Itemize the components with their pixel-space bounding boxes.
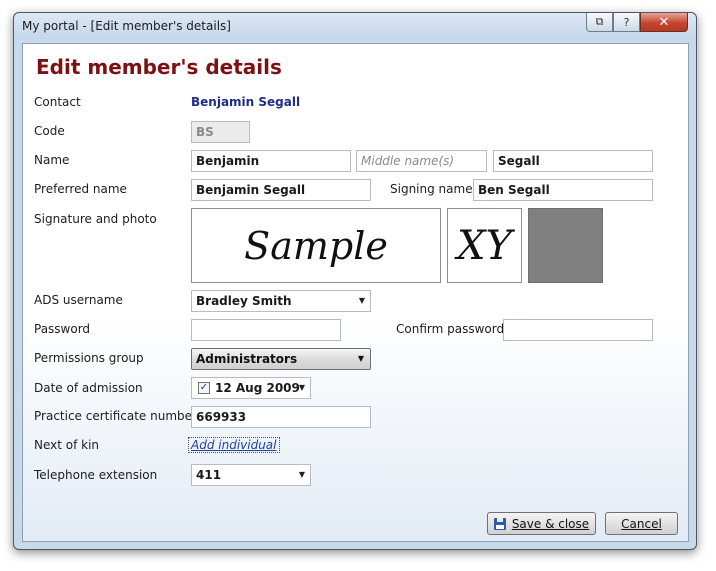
chevron-down-icon: ▼: [357, 354, 364, 363]
practice-certificate-input[interactable]: 669933: [191, 406, 371, 428]
contact-label: Contact: [34, 95, 81, 109]
preferred-name-label: Preferred name: [34, 182, 127, 196]
form-panel: Edit member's details Contact Benjamin S…: [22, 43, 689, 542]
cancel-label: Cancel: [621, 516, 662, 531]
help-button[interactable]: ?: [613, 13, 640, 32]
permissions-group-value: Administrators: [196, 352, 298, 366]
save-close-button[interactable]: Save & close: [487, 512, 596, 535]
first-name-input[interactable]: Benjamin: [191, 150, 351, 172]
initials-image[interactable]: XY: [447, 208, 522, 283]
contact-value: Benjamin Segall: [191, 95, 301, 109]
code-label: Code: [34, 124, 65, 138]
dialog-window: My portal - [Edit member's details] ⧉ ? …: [13, 12, 697, 550]
window-title: My portal - [Edit member's details]: [22, 19, 231, 33]
chevron-down-icon: ▼: [298, 470, 305, 479]
telephone-extension-label: Telephone extension: [34, 468, 158, 482]
help-icon: ?: [623, 15, 630, 29]
telephone-extension-value: 411: [196, 468, 222, 482]
cancel-button[interactable]: Cancel: [605, 512, 678, 535]
ads-username-value: Bradley Smith: [196, 294, 292, 308]
chevron-down-icon: ▼: [358, 296, 365, 305]
ads-username-dropdown[interactable]: Bradley Smith ▼: [191, 290, 371, 312]
page-title: Edit member's details: [36, 55, 282, 79]
add-individual-link[interactable]: Add individual: [188, 437, 280, 453]
signature-image[interactable]: Sample: [191, 208, 441, 283]
practice-certificate-label: Practice certificate number: [34, 409, 197, 423]
confirm-password-label: Confirm password: [396, 322, 505, 336]
photo-placeholder[interactable]: [528, 208, 603, 283]
next-of-kin-label: Next of kin: [34, 438, 100, 452]
permissions-group-dropdown[interactable]: Administrators ▼: [191, 348, 371, 370]
restore-icon: ⧉: [595, 15, 604, 28]
signing-name-input[interactable]: Ben Segall: [473, 179, 653, 201]
telephone-extension-dropdown[interactable]: 411 ▼: [191, 464, 311, 486]
name-label: Name: [34, 153, 70, 167]
floppy-disk-icon: [493, 517, 506, 530]
code-field: BS: [191, 121, 250, 143]
restore-button[interactable]: ⧉: [586, 13, 613, 32]
close-icon: ✕: [658, 14, 670, 30]
last-name-input[interactable]: Segall: [493, 150, 653, 172]
date-of-admission-value: 12 Aug 2009: [215, 381, 300, 395]
ads-username-label: ADS username: [34, 293, 123, 307]
chevron-down-icon: ▼: [298, 383, 305, 392]
title-bar[interactable]: My portal - [Edit member's details] ⧉ ? …: [14, 13, 696, 39]
close-button[interactable]: ✕: [640, 13, 688, 32]
save-close-label: Save & close: [511, 516, 590, 531]
confirm-password-input[interactable]: [503, 319, 653, 341]
middle-name-input[interactable]: Middle name(s): [356, 150, 487, 172]
preferred-name-input[interactable]: Benjamin Segall: [191, 179, 371, 201]
permissions-group-label: Permissions group: [34, 351, 144, 365]
date-of-admission-checkbox[interactable]: ✓: [198, 382, 210, 394]
signature-photo-label: Signature and photo: [34, 212, 157, 226]
signing-name-label: Signing name: [390, 182, 473, 196]
password-input[interactable]: [191, 319, 341, 341]
date-of-admission-label: Date of admission: [34, 381, 143, 395]
password-label: Password: [34, 322, 91, 336]
